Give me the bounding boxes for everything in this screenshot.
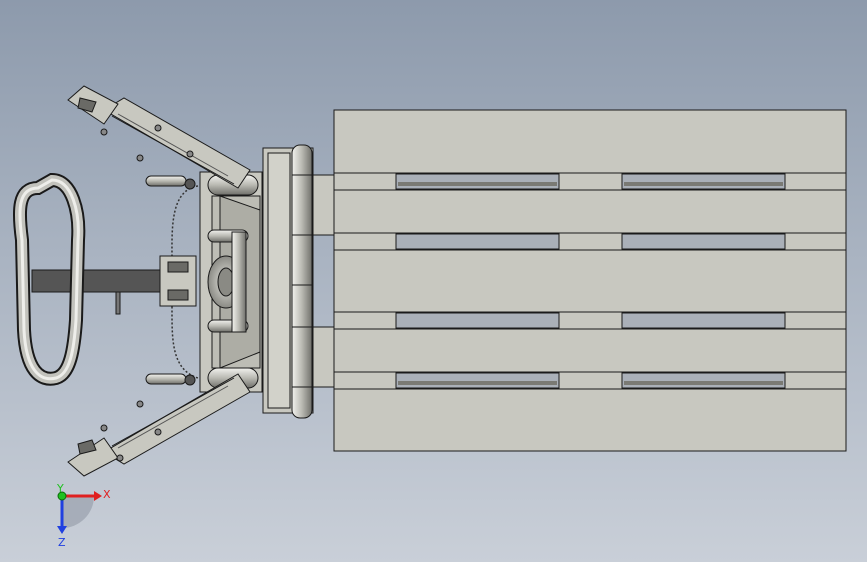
lift-frame [262,144,314,419]
triad-y-label: Y [56,482,64,495]
triad-x-arrow [94,491,102,501]
chassis [199,171,263,393]
triad-z-arrow [57,526,67,534]
pallet [333,109,847,452]
fork-left [311,174,335,236]
tiller [31,255,197,315]
fork-right [311,326,335,388]
lower-arm [67,373,251,477]
pallet-deck [333,109,847,452]
triad-z-label: Z [58,536,66,549]
triad-shadow [62,496,94,528]
coordinate-triad: X Y Z [56,482,111,549]
upper-arm [67,85,251,190]
cad-viewport[interactable]: X Y Z [0,0,867,562]
triad-x-label: X [103,488,111,501]
model-drawing: X Y Z [12,85,847,549]
